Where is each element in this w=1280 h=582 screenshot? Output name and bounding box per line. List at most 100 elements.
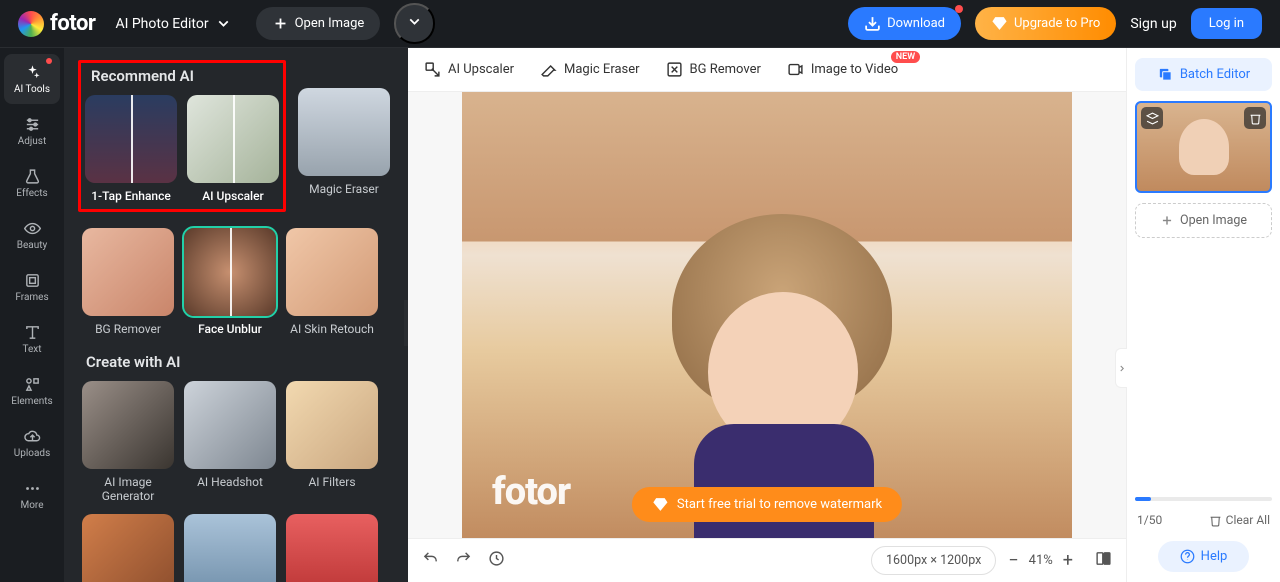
open-image-label: Open Image <box>1180 213 1247 228</box>
signup-link[interactable]: Sign up <box>1130 16 1176 32</box>
help-icon <box>1180 548 1195 565</box>
eraser-icon <box>540 61 557 78</box>
card-1tap-enhance[interactable]: 1-Tap Enhance <box>85 95 177 203</box>
tool-bg-remover[interactable]: BG Remover <box>666 61 761 78</box>
login-button[interactable]: Log in <box>1191 8 1262 39</box>
flask-icon <box>24 168 41 185</box>
compare-button[interactable] <box>1095 550 1112 571</box>
trash-icon <box>1209 514 1222 527</box>
image-thumbnail[interactable] <box>1135 101 1272 193</box>
card-ai-filters[interactable]: AI Filters <box>286 381 378 504</box>
zoom-controls: − 41% + <box>1008 550 1073 571</box>
new-badge: NEW <box>891 51 920 63</box>
card-extra-1[interactable] <box>82 514 174 582</box>
card-label: AI Upscaler <box>202 189 264 203</box>
upscale-icon <box>424 61 441 78</box>
tool-image-to-video[interactable]: Image to Video NEW <box>787 61 898 78</box>
remove-watermark-cta[interactable]: Start free trial to remove watermark <box>632 487 902 522</box>
download-button[interactable]: Download <box>848 7 961 40</box>
thumb-magic-eraser <box>298 88 390 176</box>
rail-effects[interactable]: Effects <box>4 158 60 208</box>
card-extra-3[interactable] <box>286 514 378 582</box>
card-label: AI Image Generator <box>82 475 174 504</box>
undo-button[interactable] <box>422 550 439 571</box>
rail-ai-tools[interactable]: AI Tools <box>4 54 60 104</box>
card-ai-upscaler[interactable]: AI Upscaler <box>187 95 279 203</box>
zoom-out-button[interactable]: − <box>1008 550 1018 571</box>
thumb-extra-1 <box>82 514 174 582</box>
layers-button[interactable] <box>1141 107 1163 129</box>
clear-all-button[interactable]: Clear All <box>1209 513 1270 527</box>
card-face-unblur[interactable]: Face Unblur <box>184 228 276 336</box>
thumb-ai-image-generator <box>82 381 174 469</box>
rail-label: Beauty <box>17 240 48 251</box>
rail-adjust[interactable]: Adjust <box>4 106 60 156</box>
notification-dot <box>46 58 52 64</box>
upgrade-label: Upgrade to Pro <box>1014 16 1100 31</box>
download-label: Download <box>887 16 945 31</box>
thumb-ai-headshot <box>184 381 276 469</box>
card-bg-remover[interactable]: BG Remover <box>82 228 174 336</box>
delete-thumbnail-button[interactable] <box>1244 107 1266 129</box>
recommend-highlight: Recommend AI 1-Tap Enhance AI Upscaler <box>78 60 286 212</box>
right-panel: Batch Editor Open Image 1/50 Clear All H… <box>1126 48 1280 582</box>
thumb-ai-upscaler <box>187 95 279 183</box>
help-button[interactable]: Help <box>1158 541 1250 572</box>
zoom-value: 41% <box>1029 553 1053 568</box>
canvas-viewport[interactable]: fotor Start free trial to remove waterma… <box>408 92 1126 538</box>
rail-more[interactable]: More <box>4 470 60 520</box>
app-header: fotor AI Photo Editor Open Image Downloa… <box>0 0 1280 48</box>
redo-button[interactable] <box>455 550 472 571</box>
layers-icon <box>1146 112 1159 125</box>
text-icon <box>24 324 41 341</box>
canvas-toolbar: AI Upscaler Magic Eraser BG Remover Imag… <box>408 48 1126 92</box>
upgrade-button[interactable]: Upgrade to Pro <box>975 7 1116 40</box>
canvas-bottom-bar: 1600px × 1200px − 41% + <box>408 538 1126 582</box>
history-button[interactable] <box>488 550 505 571</box>
rail-text[interactable]: Text <box>4 314 60 364</box>
card-magic-eraser[interactable]: Magic Eraser <box>298 88 390 196</box>
thumb-face-unblur <box>184 228 276 316</box>
tool-magic-eraser[interactable]: Magic Eraser <box>540 61 640 78</box>
plus-icon <box>272 15 289 32</box>
main-photo[interactable]: fotor Start free trial to remove waterma… <box>462 92 1072 538</box>
thumb-extra-3 <box>286 514 378 582</box>
card-ai-skin-retouch[interactable]: AI Skin Retouch <box>286 228 378 336</box>
thumbnail-scrollbar[interactable] <box>1135 497 1272 501</box>
editor-mode-dropdown[interactable]: AI Photo Editor <box>115 15 231 32</box>
compare-icon <box>1095 550 1112 567</box>
right-panel-collapse[interactable] <box>1115 348 1127 388</box>
open-image-tile[interactable]: Open Image <box>1135 203 1272 238</box>
rail-frames[interactable]: Frames <box>4 262 60 312</box>
right-panel-footer: 1/50 Clear All <box>1135 509 1272 535</box>
rail-uploads[interactable]: Uploads <box>4 418 60 468</box>
card-extra-2[interactable] <box>184 514 276 582</box>
thumb-ai-skin-retouch <box>286 228 378 316</box>
rail-label: Adjust <box>18 136 47 147</box>
tool-ai-upscaler[interactable]: AI Upscaler <box>424 61 514 78</box>
rail-elements[interactable]: Elements <box>4 366 60 416</box>
clear-label: Clear All <box>1226 513 1270 527</box>
open-image-dropdown[interactable] <box>394 3 435 44</box>
batch-editor-button[interactable]: Batch Editor <box>1135 58 1272 91</box>
canvas-dimensions[interactable]: 1600px × 1200px <box>871 546 996 575</box>
zoom-in-button[interactable]: + <box>1063 550 1073 571</box>
section-title-create: Create with AI <box>64 347 408 381</box>
undo-icon <box>422 550 439 567</box>
card-ai-image-generator[interactable]: AI Image Generator <box>82 381 174 504</box>
rail-beauty[interactable]: Beauty <box>4 210 60 260</box>
tool-panel: Recommend AI 1-Tap Enhance AI Upscaler M… <box>64 48 408 582</box>
card-label: 1-Tap Enhance <box>91 189 171 203</box>
rail-label: Uploads <box>14 448 50 459</box>
rail-label: Frames <box>15 292 48 303</box>
notification-dot <box>955 5 963 13</box>
chevron-down-icon <box>406 13 423 30</box>
diamond-icon <box>991 15 1008 32</box>
open-image-button[interactable]: Open Image <box>256 7 381 40</box>
card-label: AI Filters <box>308 475 355 489</box>
brand-logo[interactable]: fotor <box>18 11 95 37</box>
left-rail: AI Tools Adjust Effects Beauty Frames Te… <box>0 48 64 582</box>
canvas-area: AI Upscaler Magic Eraser BG Remover Imag… <box>408 48 1126 582</box>
card-ai-headshot[interactable]: AI Headshot <box>184 381 276 504</box>
card-label: Magic Eraser <box>309 182 379 196</box>
